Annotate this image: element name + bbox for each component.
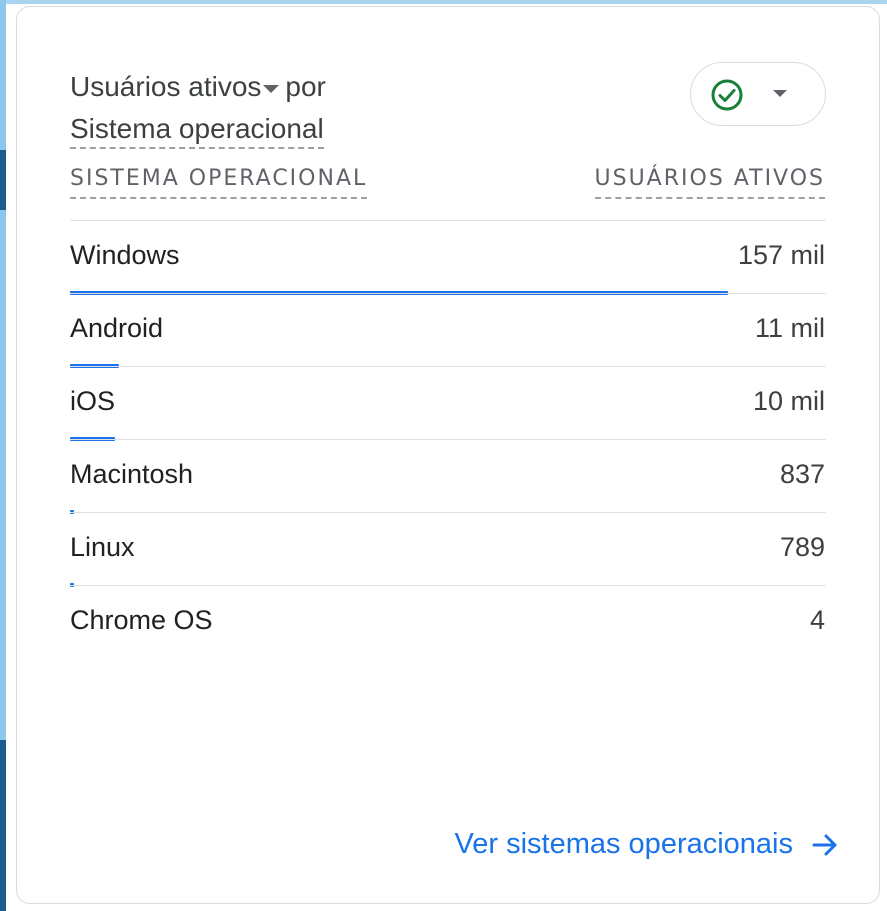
column-header-metric[interactable]: USUÁRIOS ATIVOS: [594, 166, 825, 199]
row-value: 837: [779, 459, 825, 489]
row-divider: [70, 439, 826, 440]
row-label: Chrome OS: [70, 605, 213, 635]
check-circle-icon: [711, 79, 743, 111]
row-value: 11 mil: [754, 313, 825, 343]
window-edge-left: [0, 0, 6, 911]
chevron-down-icon: [773, 90, 787, 97]
row-value: 789: [779, 532, 825, 562]
row-value: 4: [809, 605, 825, 635]
row-divider: [70, 293, 826, 294]
by-word: por: [285, 71, 326, 102]
metric-selector[interactable]: Usuários ativos: [70, 66, 285, 108]
status-chip[interactable]: [690, 62, 826, 126]
row-divider: [70, 366, 826, 367]
card-title: Usuários ativos por Sistema operacional: [70, 66, 326, 150]
dimension-label[interactable]: Sistema operacional: [70, 111, 324, 149]
column-header-dimension[interactable]: SISTEMA OPERACIONAL: [70, 166, 368, 199]
row-value: 10 mil: [752, 386, 825, 416]
window-edge-top: [0, 0, 887, 4]
caret-down-icon: [263, 84, 280, 93]
row-label: Windows: [70, 240, 180, 270]
row-label: iOS: [70, 386, 116, 416]
view-os-link[interactable]: Ver sistemas operacionais: [455, 828, 840, 861]
row-label: Android: [70, 313, 164, 343]
arrow-right-icon: [812, 834, 837, 855]
row-value: 157 mil: [737, 240, 825, 270]
row-divider: [70, 220, 826, 221]
row-divider: [70, 585, 826, 586]
view-os-link-label: Ver sistemas operacionais: [454, 828, 794, 860]
row-divider: [70, 512, 826, 513]
row-label: Linux: [70, 532, 135, 562]
metric-label: Usuários ativos: [70, 71, 262, 102]
row-label: Macintosh: [70, 459, 194, 489]
